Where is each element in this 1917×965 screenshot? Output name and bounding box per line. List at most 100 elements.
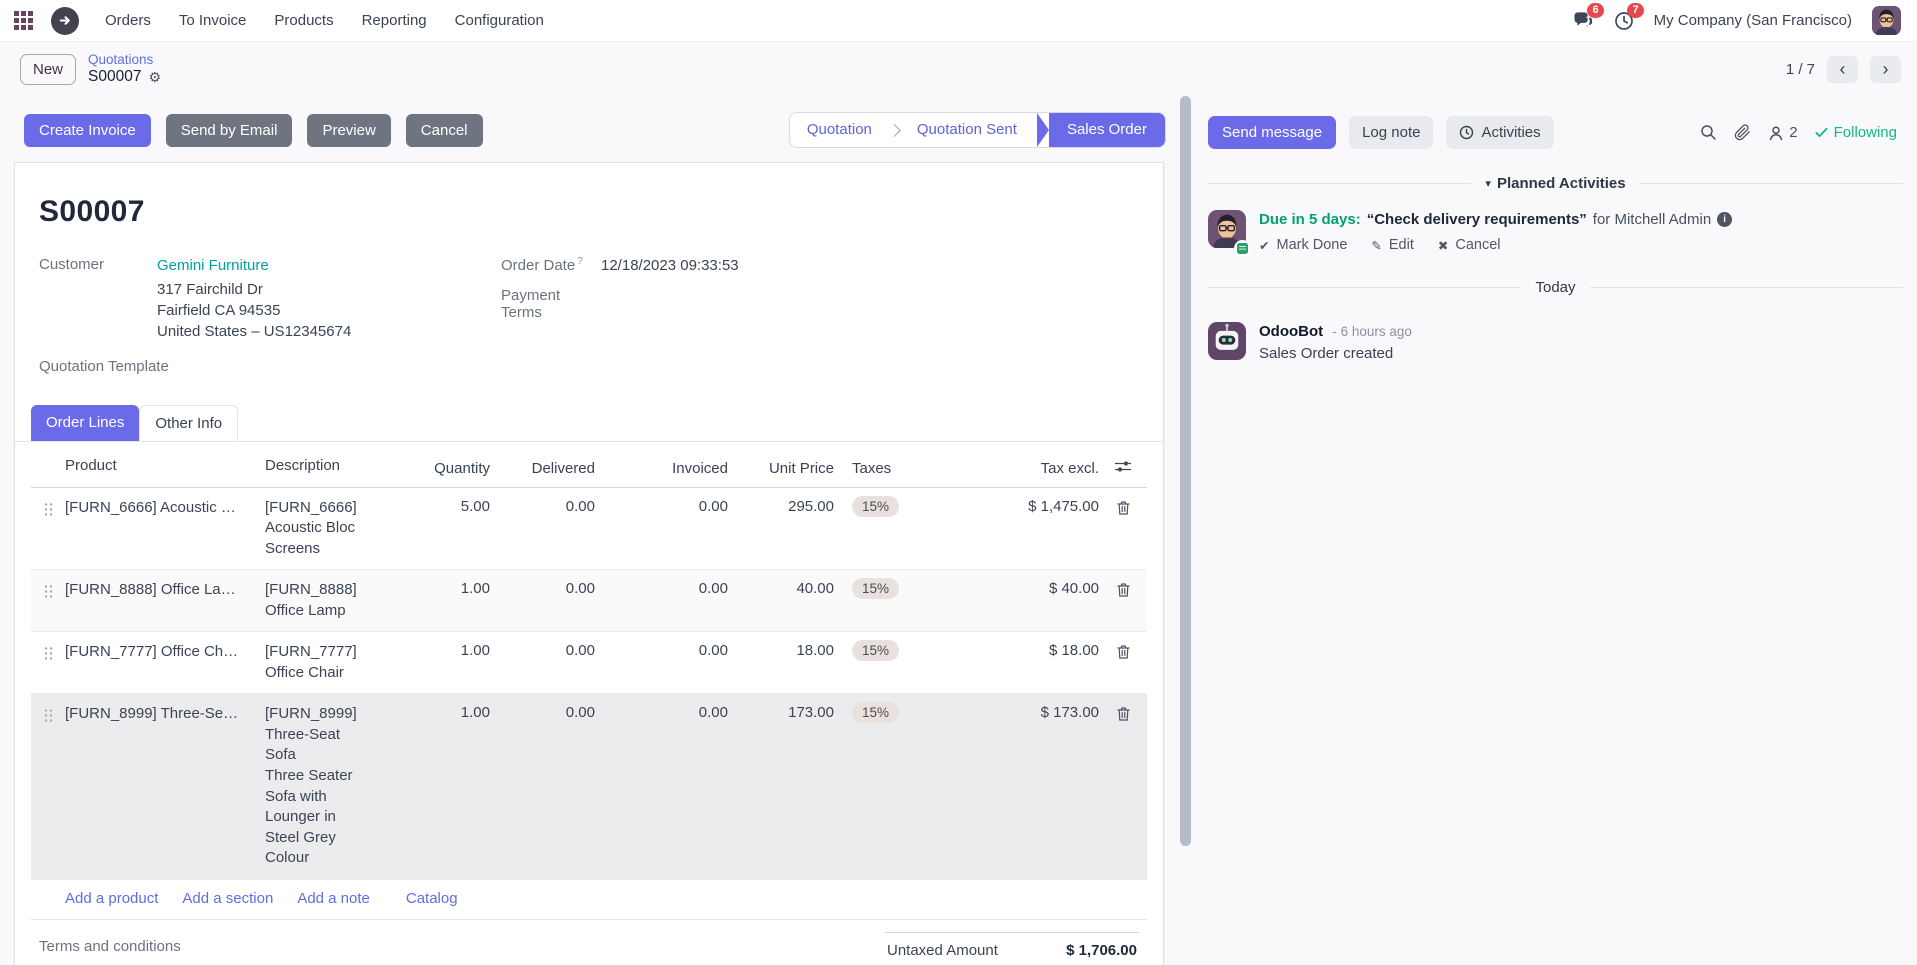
menu-reporting[interactable]: Reporting	[362, 12, 427, 29]
messages-icon[interactable]: 6	[1573, 3, 1604, 30]
col-product: Product	[65, 457, 117, 474]
breadcrumb-quotations-link[interactable]: Quotations	[88, 52, 161, 67]
tab-other-info[interactable]: Other Info	[139, 405, 239, 441]
menu-orders[interactable]: Orders	[105, 12, 151, 29]
mark-done-button[interactable]: ✔ Mark Done	[1259, 237, 1347, 253]
customer-address-line1: 317 Fairchild Dr	[157, 281, 263, 298]
cell-unit-price[interactable]: 295.00	[728, 498, 834, 515]
preview-button[interactable]: Preview	[307, 113, 391, 147]
statusbar: Quotation Quotation Sent Sales Order	[788, 112, 1166, 148]
customer-address-line3: United States – US12345674	[157, 323, 352, 340]
new-button[interactable]: New	[20, 53, 77, 85]
cell-quantity[interactable]: 1.00	[395, 642, 490, 659]
cell-tax-excl: $ 18.00	[1048, 642, 1099, 660]
cancel-activity-button[interactable]: ✖ Cancel	[1438, 237, 1501, 253]
cell-quantity[interactable]: 1.00	[395, 580, 490, 597]
delete-line-icon[interactable]	[1116, 644, 1131, 663]
log-note-button[interactable]: Log note	[1349, 116, 1434, 149]
cell-invoiced[interactable]: 0.00	[595, 704, 728, 721]
cell-description[interactable]: [FURN_8999] Three-Seat Sofa Three Seater…	[265, 704, 395, 868]
cell-delivered[interactable]: 0.00	[490, 580, 595, 597]
apps-menu-icon[interactable]	[14, 11, 33, 30]
followers-counter[interactable]: 2	[1768, 124, 1798, 141]
edit-activity-button[interactable]: ✎ Edit	[1371, 237, 1413, 253]
cell-product[interactable]: [FURN_8999] Three-Se…	[65, 704, 265, 725]
stage-quotation-sent[interactable]: Quotation Sent	[900, 113, 1034, 147]
catalog-link[interactable]: Catalog	[406, 890, 458, 907]
drag-handle-icon[interactable]	[31, 580, 65, 599]
activities-clock-icon[interactable]: 7	[1614, 2, 1644, 31]
tax-tag[interactable]: 15%	[852, 702, 900, 724]
create-invoice-button[interactable]: Create Invoice	[24, 113, 151, 147]
send-by-email-button[interactable]: Send by Email	[165, 113, 293, 147]
vertical-scrollbar[interactable]	[1174, 96, 1196, 965]
cell-quantity[interactable]: 1.00	[395, 704, 490, 721]
drag-handle-icon[interactable]	[31, 704, 65, 723]
menu-products[interactable]: Products	[274, 12, 333, 29]
drag-handle-icon[interactable]	[31, 498, 65, 517]
following-toggle[interactable]: Following	[1815, 124, 1897, 141]
cell-unit-price[interactable]: 40.00	[728, 580, 834, 597]
cell-invoiced[interactable]: 0.00	[595, 498, 728, 515]
pager-previous-button[interactable]: ‹	[1827, 55, 1858, 83]
sales-app-icon[interactable]	[51, 6, 79, 35]
drag-handle-icon[interactable]	[31, 642, 65, 661]
tax-tag[interactable]: 15%	[852, 495, 900, 517]
cell-description[interactable]: [FURN_7777] Office Chair	[265, 642, 395, 683]
cell-invoiced[interactable]: 0.00	[595, 642, 728, 659]
attachments-paperclip-icon[interactable]	[1734, 124, 1751, 141]
search-messages-icon[interactable]	[1700, 124, 1717, 141]
tax-tag[interactable]: 15%	[852, 640, 900, 662]
chatter-message: OdooBot - 6 hours ago Sales Order create…	[1208, 322, 1903, 362]
cell-product[interactable]: [FURN_8888] Office La…	[65, 580, 265, 601]
stage-quotation[interactable]: Quotation	[790, 113, 889, 147]
delete-line-icon[interactable]	[1116, 500, 1131, 519]
add-a-section-link[interactable]: Add a section	[182, 890, 273, 907]
pager-next-button[interactable]: ›	[1870, 55, 1901, 83]
cell-product[interactable]: [FURN_6666] Acoustic …	[65, 498, 265, 519]
scrollbar-thumb[interactable]	[1180, 96, 1191, 846]
cell-description[interactable]: [FURN_8888] Office Lamp	[265, 580, 395, 621]
untaxed-amount-label: Untaxed Amount	[887, 941, 998, 959]
stage-sales-order-active[interactable]: Sales Order	[1036, 113, 1165, 147]
cell-tax-excl: $ 173.00	[1040, 704, 1099, 722]
add-a-product-link[interactable]: Add a product	[65, 890, 158, 907]
tab-order-lines[interactable]: Order Lines	[31, 405, 140, 441]
optional-columns-icon[interactable]	[1114, 459, 1132, 477]
gear-icon[interactable]: ⚙	[148, 69, 161, 86]
cell-delivered[interactable]: 0.00	[490, 498, 595, 515]
company-switcher[interactable]: My Company (San Francisco)	[1654, 12, 1852, 29]
order-date-value[interactable]: 12/18/2023 09:33:53	[601, 255, 739, 276]
message-timestamp: - 6 hours ago	[1332, 324, 1412, 339]
send-message-button[interactable]: Send message	[1208, 116, 1337, 149]
untaxed-amount-row: Untaxed Amount $ 1,706.00	[885, 931, 1139, 959]
tax-tag[interactable]: 15%	[852, 578, 900, 600]
cell-quantity[interactable]: 5.00	[395, 498, 490, 515]
activities-button[interactable]: Activities	[1446, 116, 1554, 149]
menu-to-invoice[interactable]: To Invoice	[179, 12, 247, 29]
cell-unit-price[interactable]: 18.00	[728, 642, 834, 659]
cancel-button[interactable]: Cancel	[405, 113, 483, 147]
cell-delivered[interactable]: 0.00	[490, 642, 595, 659]
message-author[interactable]: OdooBot	[1259, 323, 1323, 340]
cell-product[interactable]: [FURN_7777] Office Ch…	[65, 642, 265, 663]
cell-description[interactable]: [FURN_6666] Acoustic Bloc Screens	[265, 498, 395, 560]
cell-unit-price[interactable]: 173.00	[728, 704, 834, 721]
caret-down-icon[interactable]: ▾	[1485, 177, 1491, 190]
delete-line-icon[interactable]	[1116, 582, 1131, 601]
customer-link[interactable]: Gemini Furniture	[157, 255, 351, 276]
cell-invoiced[interactable]: 0.00	[595, 580, 728, 597]
add-a-note-link[interactable]: Add a note	[297, 890, 370, 907]
menu-configuration[interactable]: Configuration	[455, 12, 544, 29]
cell-delivered[interactable]: 0.00	[490, 704, 595, 721]
table-row[interactable]: [FURN_7777] Office Ch… [FURN_7777] Offic…	[31, 632, 1147, 695]
pager-count[interactable]: 1 / 7	[1786, 61, 1815, 78]
terms-and-conditions[interactable]: Terms and conditions	[39, 938, 181, 959]
table-row[interactable]: [FURN_6666] Acoustic … [FURN_6666] Acous…	[31, 488, 1147, 571]
user-avatar[interactable]	[1872, 6, 1901, 35]
col-delivered: Delivered	[531, 459, 595, 477]
table-row-selected[interactable]: [FURN_8999] Three-Se… [FURN_8999] Three-…	[31, 694, 1147, 880]
delete-line-icon[interactable]	[1116, 706, 1131, 725]
table-row[interactable]: [FURN_8888] Office La… [FURN_8888] Offic…	[31, 570, 1147, 633]
info-icon[interactable]: i	[1717, 212, 1733, 227]
